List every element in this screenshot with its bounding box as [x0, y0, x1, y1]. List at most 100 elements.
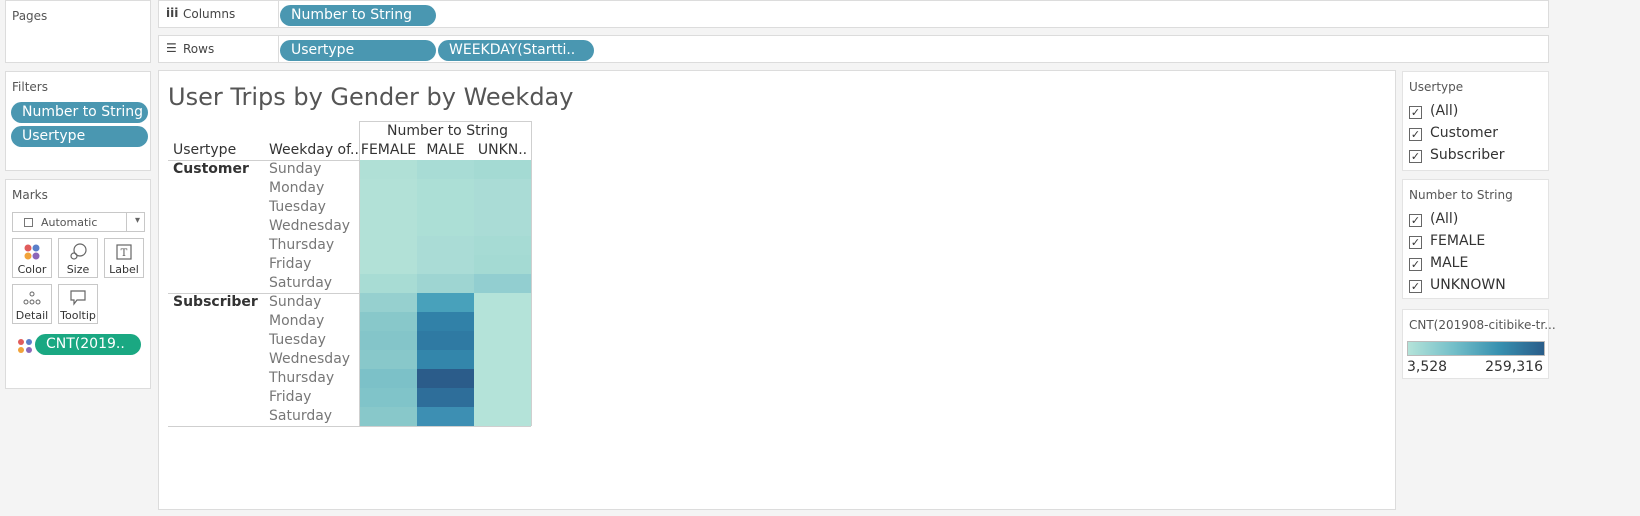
heatmap-cell[interactable]	[417, 255, 474, 274]
columns-pill-number-to-string[interactable]: Number to String	[280, 5, 436, 26]
rows-pill-usertype[interactable]: Usertype	[280, 40, 436, 61]
columns-shelf-label: iii Columns	[159, 1, 279, 27]
rows-pill-weekday[interactable]: WEEKDAY(Startti..	[438, 40, 594, 61]
heatmap-cell[interactable]	[360, 217, 417, 236]
heatmap-cell[interactable]	[417, 369, 474, 388]
column-header-female[interactable]: FEMALE	[360, 142, 417, 158]
filter-pill-usertype[interactable]: Usertype	[11, 126, 148, 147]
color-button-label: Color	[17, 263, 47, 276]
heatmap-cell[interactable]	[417, 350, 474, 369]
mark-type-dropdown[interactable]: Automatic ▾	[12, 212, 145, 232]
pages-card[interactable]: Pages	[5, 0, 151, 63]
heatmap-cell[interactable]	[417, 198, 474, 217]
pages-title: Pages	[12, 9, 48, 23]
color-button[interactable]: Color	[12, 238, 52, 278]
heatmap-cell[interactable]	[360, 160, 417, 179]
heatmap-cell[interactable]	[474, 350, 531, 369]
heatmap-cell[interactable]	[360, 198, 417, 217]
heatmap-cell[interactable]	[474, 388, 531, 407]
heatmap-cell[interactable]	[417, 217, 474, 236]
checkbox-checked-icon[interactable]: ✓	[1409, 214, 1422, 227]
checkbox-checked-icon[interactable]: ✓	[1409, 106, 1422, 119]
heatmap-cell[interactable]	[474, 331, 531, 350]
checkbox-checked-icon[interactable]: ✓	[1409, 258, 1422, 271]
detail-button[interactable]: Detail	[12, 284, 52, 324]
row-label-sunday[interactable]: Sunday	[269, 161, 321, 177]
row-label-wednesday[interactable]: Wednesday	[269, 351, 350, 367]
row-label-friday[interactable]: Friday	[269, 256, 311, 272]
group-label-customer[interactable]: Customer	[173, 161, 249, 177]
viz-title: User Trips by Gender by Weekday	[168, 83, 574, 111]
heatmap-cell[interactable]	[417, 274, 474, 293]
row-label-wednesday[interactable]: Wednesday	[269, 218, 350, 234]
rows-icon: ☰	[166, 41, 177, 55]
row-label-monday[interactable]: Monday	[269, 313, 324, 329]
heatmap-cell[interactable]	[360, 388, 417, 407]
viz-canvas: User Trips by Gender by Weekday Number t…	[158, 70, 1396, 510]
heatmap-cell[interactable]	[360, 331, 417, 350]
color-field-pill[interactable]: CNT(2019..	[35, 334, 141, 355]
filter-pill-number-to-string[interactable]: Number to String	[11, 102, 148, 123]
heatmap-cell[interactable]	[417, 407, 474, 426]
heatmap-cell[interactable]	[474, 179, 531, 198]
row-label-monday[interactable]: Monday	[269, 180, 324, 196]
row-label-saturday[interactable]: Saturday	[269, 408, 332, 424]
heatmap-cell[interactable]	[417, 388, 474, 407]
detail-icon	[13, 285, 51, 309]
heatmap-cell[interactable]	[417, 293, 474, 312]
row-label-saturday[interactable]: Saturday	[269, 275, 332, 291]
heatmap-cell[interactable]	[417, 160, 474, 179]
heatmap-cell[interactable]	[360, 312, 417, 331]
heatmap-cell[interactable]	[417, 312, 474, 331]
row-label-tuesday[interactable]: Tuesday	[269, 332, 326, 348]
heatmap-cell[interactable]	[417, 236, 474, 255]
label-button[interactable]: T Label	[104, 238, 144, 278]
heatmap-cell[interactable]	[474, 407, 531, 426]
row-label-tuesday[interactable]: Tuesday	[269, 199, 326, 215]
heatmap-cell[interactable]	[474, 217, 531, 236]
heatmap-cell[interactable]	[360, 179, 417, 198]
row-label-thursday[interactable]: Thursday	[269, 237, 334, 253]
rows-shelf[interactable]: ☰ Rows Usertype WEEKDAY(Startti..	[158, 35, 1549, 63]
heatmap-cell[interactable]	[474, 293, 531, 312]
heatmap-cell[interactable]	[474, 369, 531, 388]
columns-icon: iii	[166, 6, 179, 20]
row-header-weekday[interactable]: Weekday of..	[269, 142, 359, 158]
heatmap-cell[interactable]	[360, 255, 417, 274]
checkbox-checked-icon[interactable]: ✓	[1409, 150, 1422, 163]
row-header-usertype[interactable]: Usertype	[173, 142, 236, 158]
checkbox-checked-icon[interactable]: ✓	[1409, 236, 1422, 249]
heatmap-cell[interactable]	[474, 236, 531, 255]
heatmap-cell[interactable]	[360, 407, 417, 426]
tooltip-icon	[59, 285, 97, 309]
row-label-thursday[interactable]: Thursday	[269, 370, 334, 386]
usertype-filter-card: Usertype ✓ (All) ✓ Customer ✓ Subscriber	[1402, 71, 1549, 171]
heatmap-cell[interactable]	[360, 369, 417, 388]
heatmap-cell[interactable]	[360, 236, 417, 255]
gender-option-label: UNKNOWN	[1430, 277, 1506, 293]
tooltip-button[interactable]: Tooltip	[58, 284, 98, 324]
row-label-friday[interactable]: Friday	[269, 389, 311, 405]
gender-option-label: FEMALE	[1430, 233, 1486, 249]
columns-shelf[interactable]: iii Columns Number to String	[158, 0, 1549, 28]
heatmap-cell[interactable]	[474, 274, 531, 293]
heatmap-cell[interactable]	[474, 198, 531, 217]
size-button[interactable]: Size	[58, 238, 98, 278]
heatmap-cell[interactable]	[474, 312, 531, 331]
heatmap-cell[interactable]	[417, 179, 474, 198]
columns-label-text: Columns	[183, 7, 236, 21]
heatmap-cell[interactable]	[417, 331, 474, 350]
heatmap-cell[interactable]	[474, 255, 531, 274]
heatmap-cell[interactable]	[360, 274, 417, 293]
group-label-subscriber[interactable]: Subscriber	[173, 294, 258, 310]
heatmap-cell[interactable]	[474, 160, 531, 179]
column-header-unkn[interactable]: UNKN..	[474, 142, 531, 158]
checkbox-checked-icon[interactable]: ✓	[1409, 128, 1422, 141]
checkbox-checked-icon[interactable]: ✓	[1409, 280, 1422, 293]
table-right-line	[531, 160, 532, 426]
heatmap-cell[interactable]	[360, 350, 417, 369]
row-label-sunday[interactable]: Sunday	[269, 294, 321, 310]
heatmap-cell[interactable]	[360, 293, 417, 312]
chevron-down-icon: ▾	[134, 215, 140, 226]
column-header-male[interactable]: MALE	[417, 142, 474, 158]
